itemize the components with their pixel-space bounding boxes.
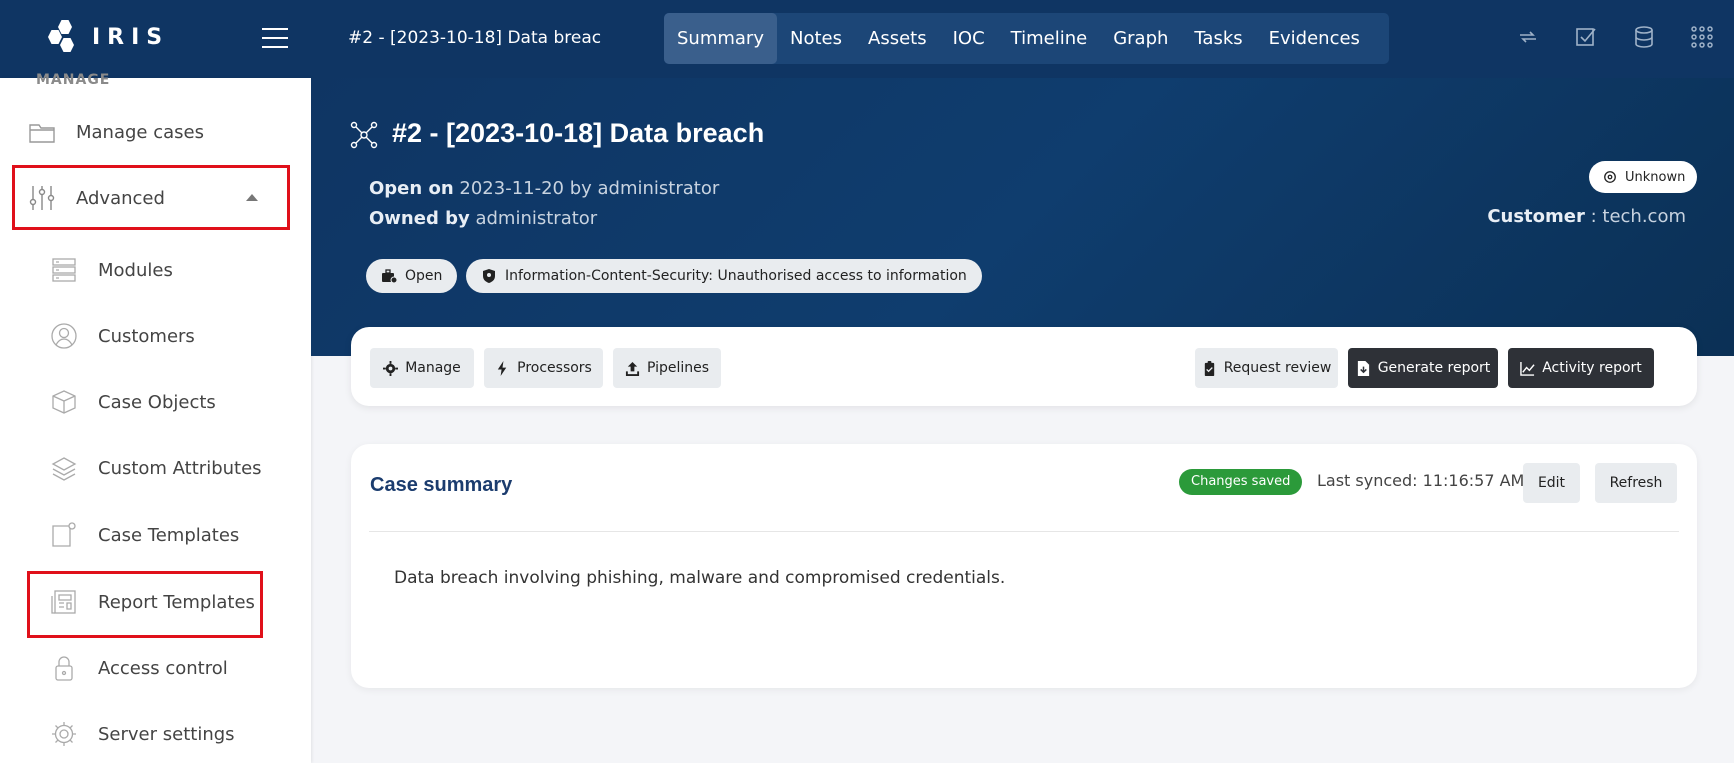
edit-button[interactable]: Edit bbox=[1523, 463, 1580, 503]
network-icon bbox=[350, 121, 378, 149]
line-chart-icon bbox=[1520, 361, 1535, 376]
pipelines-label: Pipelines bbox=[646, 360, 710, 376]
clipboard-check-icon bbox=[1204, 360, 1214, 376]
processors-button[interactable]: Processors bbox=[484, 348, 603, 388]
gear-icon bbox=[50, 720, 78, 748]
case-actions-bar: Manage Processors Pipelines Request revi… bbox=[351, 327, 1697, 406]
changes-saved-badge: Changes saved bbox=[1179, 469, 1303, 495]
activity-report-button[interactable]: Activity report bbox=[1508, 348, 1654, 388]
database-icon[interactable] bbox=[1632, 25, 1656, 49]
briefcase-icon bbox=[382, 269, 397, 284]
server-icon bbox=[50, 256, 78, 284]
caret-up-icon[interactable] bbox=[246, 194, 258, 201]
sidebar-item-modules[interactable]: Modules bbox=[50, 256, 173, 284]
request-review-label: Request review bbox=[1223, 360, 1332, 376]
gear-icon bbox=[383, 360, 399, 376]
sliders-icon bbox=[28, 184, 56, 212]
sidebar-item-report-templates[interactable]: Report Templates bbox=[50, 588, 255, 616]
sidebar-item-label: Manage cases bbox=[76, 121, 204, 143]
sidebar-item-label: Case Objects bbox=[98, 391, 216, 413]
newspaper-icon bbox=[50, 588, 78, 616]
sidebar-item-manage-cases[interactable]: Manage cases bbox=[28, 118, 204, 146]
iris-logo[interactable]: IRIS bbox=[48, 20, 169, 54]
sidebar-item-label: Access control bbox=[98, 657, 228, 679]
open-on-value: 2023-11-20 by administrator bbox=[459, 178, 720, 199]
sidebar-item-case-objects[interactable]: Case Objects bbox=[50, 388, 216, 416]
case-open-on: Open on 2023-11-20 by administrator bbox=[369, 178, 719, 199]
processors-label: Processors bbox=[517, 360, 592, 376]
generate-report-button[interactable]: Generate report bbox=[1348, 348, 1498, 388]
status-badge[interactable]: Open bbox=[366, 259, 458, 293]
classification-badge[interactable]: Information-Content-Security: Unauthoris… bbox=[466, 259, 982, 293]
summary-title: Case summary bbox=[370, 474, 513, 496]
classification-label: Information-Content-Security: Unauthoris… bbox=[505, 268, 967, 284]
refresh-button[interactable]: Refresh bbox=[1595, 463, 1677, 503]
sidebar-item-custom-attributes[interactable]: Custom Attributes bbox=[50, 454, 262, 482]
manage-label: Manage bbox=[405, 360, 461, 376]
tab-assets[interactable]: Assets bbox=[855, 13, 940, 64]
case-title: #2 - [2023-10-18] Data breach bbox=[392, 118, 765, 148]
tab-ioc[interactable]: IOC bbox=[940, 13, 998, 64]
last-synced-text: Last synced: 11:16:57 AM bbox=[1317, 471, 1525, 490]
customer-label: Customer bbox=[1487, 206, 1585, 227]
tab-notes[interactable]: Notes bbox=[777, 13, 855, 64]
summary-body-text: Data breach involving phishing, malware … bbox=[394, 568, 1006, 588]
severity-badge[interactable]: Unknown bbox=[1589, 161, 1698, 193]
owned-by-value[interactable]: administrator bbox=[475, 208, 597, 229]
box-icon bbox=[50, 388, 78, 416]
open-on-label: Open on bbox=[369, 178, 454, 199]
hamburger-menu-icon[interactable] bbox=[262, 28, 288, 48]
top-navbar: IRIS #2 - [2023-10-18] Data breac Summar… bbox=[0, 0, 1734, 78]
apps-grid-icon[interactable] bbox=[1690, 25, 1714, 49]
folder-icon bbox=[28, 118, 56, 146]
sidebar-item-label: Case Templates bbox=[98, 524, 240, 546]
sidebar-item-label: Custom Attributes bbox=[98, 457, 262, 479]
lock-icon bbox=[50, 654, 78, 682]
severity-label: Unknown bbox=[1625, 169, 1686, 185]
status-label: Open bbox=[405, 268, 443, 284]
request-review-button[interactable]: Request review bbox=[1195, 348, 1338, 388]
bolt-icon bbox=[497, 360, 507, 376]
checkbox-icon[interactable] bbox=[1574, 25, 1598, 49]
tab-summary[interactable]: Summary bbox=[664, 13, 777, 64]
tab-graph[interactable]: Graph bbox=[1100, 13, 1181, 64]
template-icon bbox=[50, 521, 78, 549]
pipelines-button[interactable]: Pipelines bbox=[613, 348, 721, 388]
sidebar-item-label: Customers bbox=[98, 325, 195, 347]
customer-value[interactable]: : tech.com bbox=[1591, 206, 1686, 227]
refresh-icon[interactable] bbox=[1516, 25, 1540, 49]
shield-icon bbox=[483, 269, 495, 283]
user-circle-icon bbox=[50, 322, 78, 350]
topbar-case-title: #2 - [2023-10-18] Data breac bbox=[348, 28, 602, 48]
summary-divider bbox=[369, 531, 1679, 532]
sidebar-item-advanced[interactable]: Advanced bbox=[28, 179, 278, 217]
logo-hex-icon bbox=[48, 20, 82, 54]
sidebar-item-case-templates[interactable]: Case Templates bbox=[50, 521, 239, 549]
sidebar: MANAGE Manage cases Advanced Modules Cus… bbox=[0, 72, 311, 763]
sidebar-section-label: MANAGE bbox=[36, 72, 111, 88]
activity-report-label: Activity report bbox=[1542, 360, 1642, 376]
sidebar-item-label: Report Templates bbox=[98, 591, 255, 613]
sidebar-item-access-control[interactable]: Access control bbox=[50, 654, 228, 682]
owned-by-label: Owned by bbox=[369, 208, 470, 229]
sidebar-item-server-settings[interactable]: Server settings bbox=[50, 720, 235, 748]
case-tabs: Summary Notes Assets IOC Timeline Graph … bbox=[664, 13, 1389, 64]
generate-report-label: Generate report bbox=[1377, 360, 1491, 376]
tab-evidences[interactable]: Evidences bbox=[1256, 13, 1373, 64]
sidebar-item-label: Modules bbox=[98, 259, 173, 281]
sidebar-item-label: Server settings bbox=[98, 723, 235, 745]
logo-text: IRIS bbox=[92, 24, 170, 50]
case-summary-card: Case summary Changes saved Last synced: … bbox=[351, 444, 1697, 688]
sidebar-item-label: Advanced bbox=[76, 187, 165, 209]
tab-tasks[interactable]: Tasks bbox=[1181, 13, 1255, 64]
upload-icon bbox=[625, 361, 640, 376]
layers-icon bbox=[50, 454, 78, 482]
spinner-icon bbox=[1604, 171, 1616, 183]
case-owned-by: Owned by administrator bbox=[369, 208, 597, 229]
manage-button[interactable]: Manage bbox=[370, 348, 474, 388]
customer-info: Customer : tech.com bbox=[1487, 206, 1686, 227]
sidebar-item-customers[interactable]: Customers bbox=[50, 322, 195, 350]
tab-timeline[interactable]: Timeline bbox=[998, 13, 1101, 64]
file-download-icon bbox=[1357, 360, 1369, 376]
